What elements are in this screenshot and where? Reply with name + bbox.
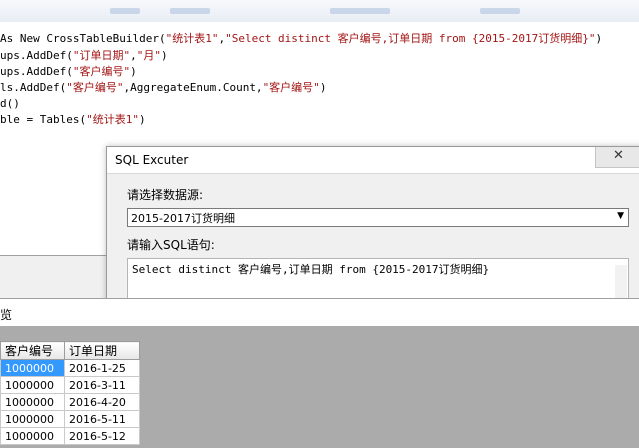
table-cell[interactable]: 2016-3-11 bbox=[64, 376, 140, 394]
sql-label: 请输入SQL语句: bbox=[127, 238, 215, 252]
editor-footer bbox=[0, 255, 110, 299]
code-line: ls.AddDef("客户编号",AggregateEnum.Count,"客户… bbox=[0, 81, 327, 94]
table-row[interactable]: 1000000 2016-1-25 bbox=[0, 359, 140, 377]
table-cell[interactable]: 2016-4-20 bbox=[64, 393, 140, 411]
table-cell[interactable]: 1000000 bbox=[0, 359, 65, 377]
column-header[interactable]: 客户编号 bbox=[0, 341, 65, 360]
sql-text: Select distinct 客户编号,订单日期 from {2015-201… bbox=[132, 263, 490, 276]
toolbar-item[interactable] bbox=[480, 8, 520, 14]
dialog-title: SQL Excuter bbox=[115, 153, 189, 167]
toolbar-item[interactable] bbox=[110, 8, 140, 14]
toolbar-item[interactable] bbox=[330, 8, 390, 14]
code-line: d() bbox=[0, 97, 20, 110]
code-line: As New CrossTableBuilder("统计表1","Select … bbox=[0, 32, 603, 45]
close-button[interactable]: ✕ bbox=[595, 147, 639, 168]
table-cell[interactable]: 2016-5-12 bbox=[64, 427, 140, 445]
column-header[interactable]: 订单日期 bbox=[64, 341, 140, 360]
table-cell[interactable]: 2016-1-25 bbox=[64, 359, 140, 377]
table-cell[interactable]: 1000000 bbox=[0, 376, 65, 394]
table-row[interactable]: 1000000 2016-5-12 bbox=[0, 427, 140, 445]
preview-table: 客户编号 订单日期 1000000 2016-1-25 1000000 2016… bbox=[0, 341, 140, 445]
code-line: ble = Tables("统计表1") bbox=[0, 113, 146, 126]
datasource-value: 2015-2017订货明细 bbox=[131, 212, 235, 225]
table-cell[interactable]: 1000000 bbox=[0, 427, 65, 445]
preview-header: 览 bbox=[0, 298, 639, 328]
sql-excuter-dialog: SQL Excuter ✕ 请选择数据源: 2015-2017订货明细 ▼ 请输… bbox=[106, 146, 639, 309]
chevron-down-icon[interactable]: ▼ bbox=[617, 211, 624, 221]
preview-grid-area: 客户编号 订单日期 1000000 2016-1-25 1000000 2016… bbox=[0, 326, 639, 448]
close-icon: ✕ bbox=[613, 148, 624, 163]
datasource-label: 请选择数据源: bbox=[127, 188, 204, 202]
table-row[interactable]: 1000000 2016-5-11 bbox=[0, 410, 140, 428]
datasource-select[interactable]: 2015-2017订货明细 ▼ bbox=[127, 208, 629, 227]
table-row[interactable]: 1000000 2016-3-11 bbox=[0, 376, 140, 394]
table-cell[interactable]: 1000000 bbox=[0, 393, 65, 411]
table-cell[interactable]: 1000000 bbox=[0, 410, 65, 428]
toolbar-strip bbox=[0, 0, 639, 23]
code-line: ups.AddDef("客户编号") bbox=[0, 65, 137, 78]
preview-title: 览 bbox=[0, 308, 13, 322]
toolbar-item[interactable] bbox=[170, 8, 210, 14]
table-header-row: 客户编号 订单日期 bbox=[0, 341, 140, 360]
code-line: ups.AddDef("订单日期","月") bbox=[0, 49, 168, 62]
table-row[interactable]: 1000000 2016-4-20 bbox=[0, 393, 140, 411]
table-cell[interactable]: 2016-5-11 bbox=[64, 410, 140, 428]
dialog-titlebar[interactable]: SQL Excuter ✕ bbox=[107, 147, 639, 174]
